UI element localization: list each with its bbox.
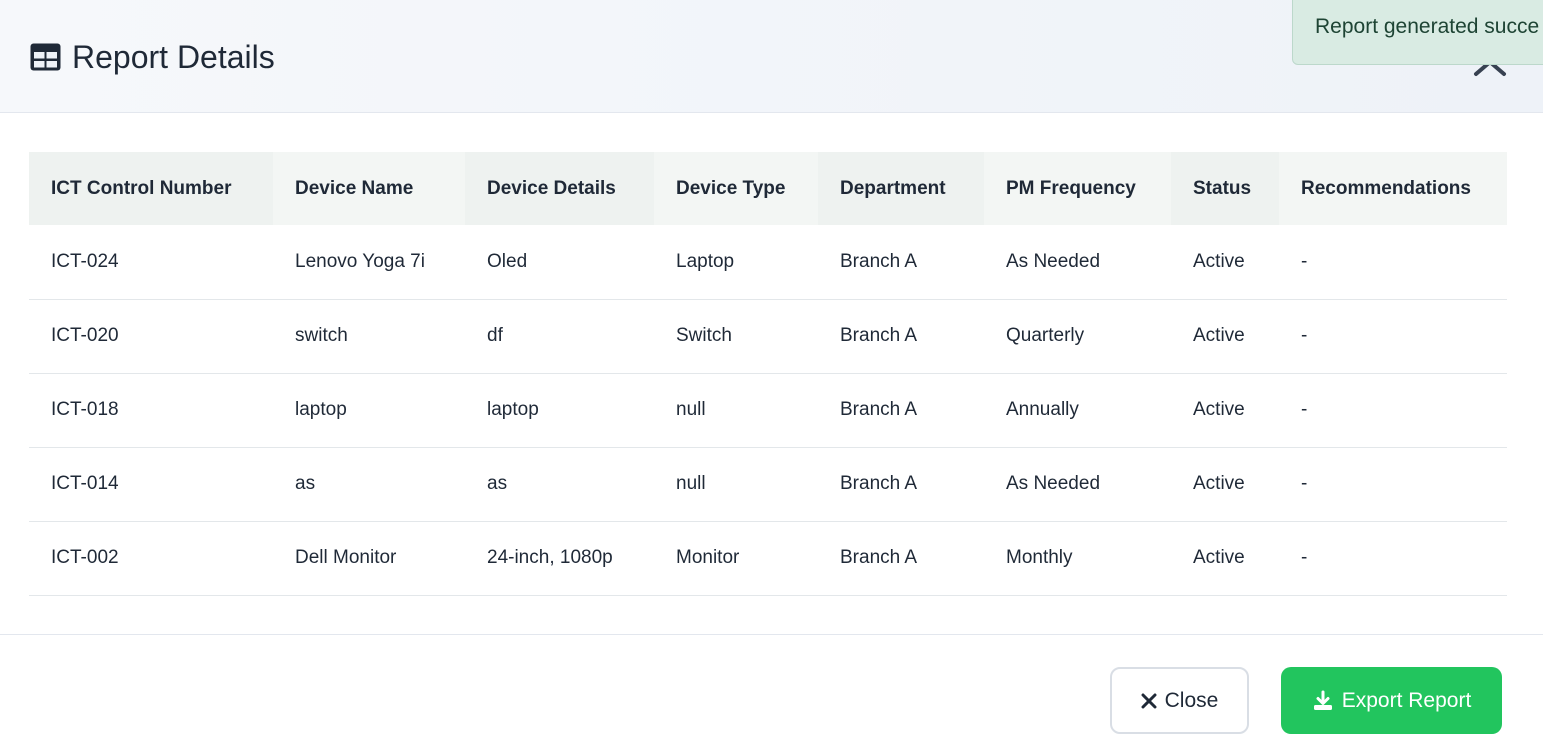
column-header-ict-control-number: ICT Control Number — [29, 152, 273, 225]
cell-department: Branch A — [818, 373, 984, 448]
cell-ict-control-number: ICT-020 — [29, 299, 273, 374]
report-table: ICT Control Number Device Name Device De… — [29, 152, 1507, 596]
table-row: ICT-018 laptop laptop null Branch A Annu… — [29, 373, 1507, 448]
column-header-pm-frequency: PM Frequency — [984, 152, 1171, 225]
cell-device-type: Laptop — [654, 225, 818, 300]
cell-device-details: Oled — [465, 225, 654, 300]
column-header-status: Status — [1171, 152, 1279, 225]
cell-pm-frequency: As Needed — [984, 447, 1171, 522]
cell-device-type: null — [654, 373, 818, 448]
table-header-row: ICT Control Number Device Name Device De… — [29, 152, 1507, 225]
cell-device-details: 24-inch, 1080p — [465, 521, 654, 596]
download-icon — [1313, 690, 1332, 710]
column-header-device-type: Device Type — [654, 152, 818, 225]
cell-device-name: Dell Monitor — [273, 521, 465, 596]
cell-status: Active — [1171, 521, 1279, 596]
column-header-recommendations: Recommendations — [1279, 152, 1507, 225]
cell-department: Branch A — [818, 521, 984, 596]
modal-footer: Close Export Report — [0, 634, 1543, 754]
cell-status: Active — [1171, 373, 1279, 448]
cell-pm-frequency: Monthly — [984, 521, 1171, 596]
cell-pm-frequency: As Needed — [984, 225, 1171, 300]
report-details-modal: Report Details Report generated succe IC… — [0, 0, 1543, 754]
cell-status: Active — [1171, 225, 1279, 300]
cell-device-details: df — [465, 299, 654, 374]
x-icon — [1141, 693, 1157, 708]
cell-ict-control-number: ICT-014 — [29, 447, 273, 522]
report-table-container: ICT Control Number Device Name Device De… — [29, 152, 1507, 596]
cell-device-name: as — [273, 447, 465, 522]
cell-recommendations: - — [1279, 521, 1507, 596]
table-row: ICT-020 switch df Switch Branch A Quarte… — [29, 299, 1507, 374]
export-button-label: Export Report — [1341, 688, 1472, 712]
cell-device-name: switch — [273, 299, 465, 374]
cell-device-name: Lenovo Yoga 7i — [273, 225, 465, 300]
export-report-button[interactable]: Export Report — [1281, 667, 1502, 734]
cell-ict-control-number: ICT-018 — [29, 373, 273, 448]
close-button[interactable]: Close — [1110, 667, 1249, 734]
table-icon — [30, 43, 61, 71]
cell-device-name: laptop — [273, 373, 465, 448]
cell-device-details: as — [465, 447, 654, 522]
cell-recommendations: - — [1279, 299, 1507, 374]
success-toast: Report generated succe — [1292, 0, 1543, 65]
cell-device-details: laptop — [465, 373, 654, 448]
cell-status: Active — [1171, 447, 1279, 522]
cell-pm-frequency: Annually — [984, 373, 1171, 448]
column-header-department: Department — [818, 152, 984, 225]
cell-department: Branch A — [818, 447, 984, 522]
cell-device-type: Monitor — [654, 521, 818, 596]
table-row: ICT-024 Lenovo Yoga 7i Oled Laptop Branc… — [29, 225, 1507, 300]
cell-pm-frequency: Quarterly — [984, 299, 1171, 374]
table-row: ICT-014 as as null Branch A As Needed Ac… — [29, 447, 1507, 522]
cell-ict-control-number: ICT-002 — [29, 521, 273, 596]
table-row: ICT-002 Dell Monitor 24-inch, 1080p Moni… — [29, 521, 1507, 596]
cell-device-type: Switch — [654, 299, 818, 374]
cell-department: Branch A — [818, 299, 984, 374]
cell-recommendations: - — [1279, 225, 1507, 300]
close-button-label: Close — [1164, 688, 1219, 712]
cell-device-type: null — [654, 447, 818, 522]
cell-recommendations: - — [1279, 447, 1507, 522]
cell-ict-control-number: ICT-024 — [29, 225, 273, 300]
column-header-device-name: Device Name — [273, 152, 465, 225]
cell-status: Active — [1171, 299, 1279, 374]
cell-department: Branch A — [818, 225, 984, 300]
cell-recommendations: - — [1279, 373, 1507, 448]
modal-title: Report Details — [72, 39, 275, 75]
column-header-device-details: Device Details — [465, 152, 654, 225]
toast-message: Report generated succe — [1315, 15, 1540, 38]
